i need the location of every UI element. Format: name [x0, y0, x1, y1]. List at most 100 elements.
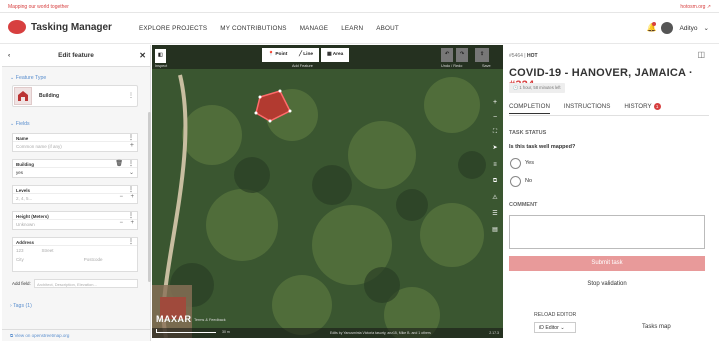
help-icon[interactable]: ▤: [490, 226, 500, 233]
edit-credits[interactable]: Edits by Yanusminta Victoria tasurty, an…: [330, 331, 431, 335]
plus-icon[interactable]: +: [130, 220, 134, 226]
background-icon[interactable]: ≡: [490, 162, 500, 168]
more-icon[interactable]: ⋮: [128, 186, 134, 193]
editor-title: Edit feature: [58, 52, 94, 59]
main-nav: Tasking Manager EXPLORE PROJECTS MY CONT…: [0, 13, 719, 44]
editor-select[interactable]: iD Editor ⌄: [534, 322, 576, 333]
nav-about[interactable]: ABOUT: [376, 25, 399, 32]
building-label: Building: [16, 162, 34, 167]
add-field-input[interactable]: Architect, Description, Elevation...: [34, 279, 138, 288]
line-button[interactable]: ╱ Line: [293, 48, 320, 62]
preferences-icon[interactable]: ☰: [490, 210, 500, 217]
point-button[interactable]: 📍 Point: [262, 48, 294, 62]
task-panel: #5464 | HOT ◫ COVID-19 - HANOVER, JAMAIC…: [504, 45, 719, 341]
tags-section[interactable]: › Tags (1): [10, 303, 32, 309]
zoom-in-button[interactable]: +: [490, 99, 500, 106]
feature-type-section[interactable]: ⌄ Feature Type: [10, 75, 46, 81]
reload-editor-label: RELOAD EDITOR: [534, 312, 577, 318]
tab-divider: [509, 115, 709, 116]
name-field: Name ⋮ Common name (if any) +: [12, 133, 138, 152]
tasks-map-button[interactable]: Tasks map: [642, 324, 671, 330]
scale-bar: [156, 329, 216, 333]
osm-link[interactable]: ⧉ View on openstreetmap.org: [2, 329, 150, 341]
nav-manage[interactable]: MANAGE: [300, 25, 329, 32]
back-icon[interactable]: ‹: [8, 45, 10, 67]
time-left-badge: 🕓 1 hour, 58 minutes left: [509, 83, 565, 93]
plus-icon[interactable]: +: [130, 194, 134, 200]
feature-editor-panel: ‹ Edit feature ✕ ⌄ Feature Type Building…: [2, 45, 151, 341]
building-input[interactable]: yes ⌄: [13, 168, 137, 177]
chevron-down-icon[interactable]: ⌄: [704, 24, 709, 32]
stop-validation-button[interactable]: Stop validation: [509, 281, 705, 287]
more-icon[interactable]: ⋮: [128, 92, 134, 99]
nav-explore-projects[interactable]: EXPLORE PROJECTS: [139, 25, 207, 32]
name-input[interactable]: Common name (if any) +: [13, 142, 137, 151]
more-icon[interactable]: ⋮: [128, 212, 134, 219]
building-field: Building 🗑 ⋮ yes ⌄: [12, 159, 138, 178]
levels-input[interactable]: 2, 4, 5... − +: [13, 194, 137, 203]
redo-button[interactable]: ↷: [456, 48, 469, 62]
tagline: Mapping our world together: [8, 4, 69, 10]
address-row-2: City Postcode: [13, 255, 137, 264]
tab-completion[interactable]: COMPLETION: [509, 103, 550, 114]
yes-radio[interactable]: [510, 158, 521, 169]
street-input[interactable]: Street: [42, 248, 54, 253]
tab-history[interactable]: HISTORY 1: [624, 103, 661, 114]
housenumber-input[interactable]: 123: [16, 248, 24, 253]
trash-icon[interactable]: 🗑: [115, 160, 123, 167]
nav-my-contributions[interactable]: MY CONTRIBUTIONS: [220, 25, 286, 32]
comment-textarea[interactable]: [509, 215, 705, 249]
height-input[interactable]: Unknown − +: [13, 220, 137, 229]
minus-icon[interactable]: −: [119, 194, 123, 200]
save-button[interactable]: ⇪: [475, 48, 490, 62]
plus-icon[interactable]: +: [130, 142, 134, 149]
minus-icon[interactable]: −: [119, 220, 123, 226]
panel-scrollbar[interactable]: [148, 112, 151, 282]
zoom-out-button[interactable]: −: [490, 114, 500, 121]
avatar[interactable]: [661, 22, 674, 34]
feature-type-selector[interactable]: Building ⋮: [12, 85, 138, 107]
zoom-to-selection-icon[interactable]: ⛶: [490, 129, 500, 136]
maxar-logo: MAXAR: [156, 314, 192, 324]
address-row-1: 123 Street: [13, 246, 137, 255]
area-button[interactable]: ▦ Area: [321, 48, 350, 62]
chevron-down-icon: ⌄: [560, 325, 565, 331]
building-icon: [14, 87, 32, 105]
more-icon[interactable]: ⋮: [128, 160, 134, 167]
close-icon[interactable]: ✕: [139, 45, 146, 67]
more-icon[interactable]: ⋮: [128, 238, 134, 245]
city-input[interactable]: City: [16, 257, 24, 262]
top-strip: Mapping our world together hotosm.org ↗: [0, 0, 719, 13]
imagery-terms-link[interactable]: Terms & Feedback: [194, 318, 226, 322]
map-footer: 30 m Edits by Yanusminta Victoria tasurt…: [152, 328, 503, 338]
geolocate-icon[interactable]: ➤: [490, 144, 500, 151]
postcode-input[interactable]: Postcode: [84, 257, 103, 262]
hotosm-link[interactable]: hotosm.org ↗: [680, 4, 711, 10]
map-canvas[interactable]: ◧ Inspect 📍 Point ╱ Line ▦ Area Add Feat…: [152, 45, 503, 338]
task-status-heading: TASK STATUS: [509, 130, 547, 136]
submit-task-button[interactable]: Submit task: [509, 256, 705, 271]
levels-field: Levels ⋮ 2, 4, 5... − +: [12, 185, 138, 204]
more-icon[interactable]: ⋮: [128, 134, 134, 141]
history-count-badge: 1: [653, 103, 661, 110]
scale-label: 30 m: [222, 330, 230, 334]
nav-learn[interactable]: LEARN: [341, 25, 363, 32]
add-feature-label: Add Feature: [292, 64, 313, 68]
chevron-down-icon[interactable]: ⌄: [129, 169, 134, 176]
issues-icon[interactable]: ⚠: [490, 194, 500, 201]
no-label: No: [525, 178, 533, 184]
address-label: Address: [16, 240, 35, 245]
fields-section[interactable]: ⌄ Fields: [10, 121, 30, 127]
username[interactable]: Adityo: [679, 25, 697, 32]
undo-redo-label: Undo / Redo: [441, 64, 463, 68]
map-toolbar: ◧ Inspect 📍 Point ╱ Line ▦ Area Add Feat…: [152, 45, 503, 69]
map-data-icon[interactable]: ⧉: [490, 178, 500, 185]
tab-instructions[interactable]: INSTRUCTIONS: [564, 103, 610, 114]
add-field-label: Add field:: [12, 281, 31, 286]
notifications-icon[interactable]: 🔔: [646, 22, 657, 33]
no-radio[interactable]: [510, 176, 521, 187]
sidebar-toggle-icon[interactable]: ◫: [697, 50, 705, 59]
logo[interactable]: Tasking Manager: [8, 20, 112, 34]
undo-button[interactable]: ↶: [441, 48, 454, 62]
inspect-button[interactable]: ◧: [155, 49, 166, 63]
